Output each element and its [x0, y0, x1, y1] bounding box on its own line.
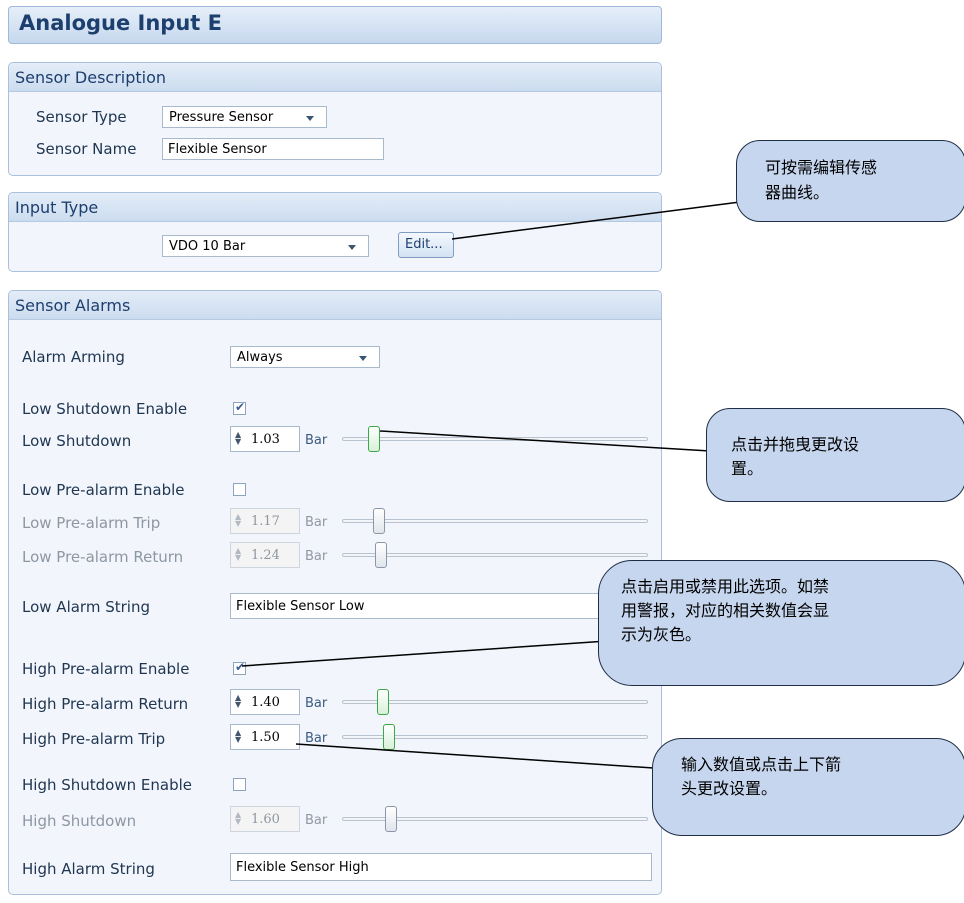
arrows-callout: 输入数值或点击上下箭 头更改设置。 — [652, 738, 964, 836]
enable-callout-line-3: 示为灰色。 — [621, 625, 702, 644]
enable-callout: 点击启用或禁用此选项。如禁 用警报，对应的相关数值会显 示为灰色。 — [598, 560, 964, 686]
edit-callout-pointer — [451, 201, 741, 240]
enable-callout-line-2: 用警报，对应的相关数值会显 — [621, 601, 830, 620]
drag-callout-pointer — [379, 430, 711, 452]
drag-callout-line-1: 点击并拖曳更改设 — [731, 435, 860, 454]
edit-curve-callout-line-2: 器曲线。 — [765, 183, 830, 202]
arrows-callout-line-2: 头更改设置。 — [681, 779, 778, 798]
arrows-callout-pointer — [295, 743, 684, 771]
edit-curve-callout-line-1: 可按需编辑传感 — [765, 158, 878, 177]
enable-callout-line-1: 点击启用或禁用此选项。如禁 — [621, 577, 830, 596]
arrows-callout-line-1: 输入数值或点击上下箭 — [681, 755, 842, 774]
enable-callout-pointer — [241, 639, 623, 667]
edit-curve-callout: 可按需编辑传感 器曲线。 — [736, 140, 964, 222]
drag-callout: 点击并拖曳更改设 置。 — [706, 408, 964, 502]
drag-callout-line-2: 置。 — [731, 459, 764, 478]
